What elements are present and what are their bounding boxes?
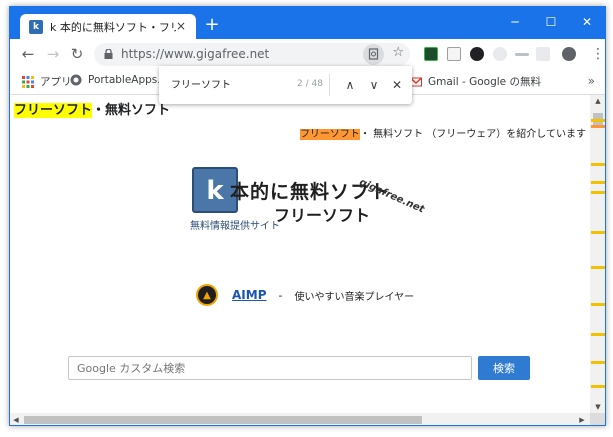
back-button[interactable]: ← bbox=[18, 44, 38, 64]
site-tagline: フリーソフト・ 無料ソフト （フリーウェア）を紹介しています bbox=[299, 125, 586, 140]
extension-puzzle-icon[interactable] bbox=[536, 47, 550, 61]
minimize-button[interactable]: ─ bbox=[500, 11, 530, 33]
scroll-up-icon[interactable]: ▲ bbox=[590, 95, 605, 107]
find-match-active-highlight: フリーソフト bbox=[299, 129, 360, 140]
find-marker-active bbox=[591, 125, 605, 128]
find-marker bbox=[591, 385, 605, 388]
browser-toolbar: ← → ↻ https://www.gigafree.net ☆ ⋮ bbox=[10, 39, 605, 69]
bookmark-label: アプリ bbox=[40, 76, 72, 88]
tagline-rest: ・ 無料ソフト （フリーウェア）を紹介しています bbox=[359, 129, 586, 140]
find-bar: 2 / 48 ∧ ∨ ✕ bbox=[159, 66, 412, 104]
portableapps-icon bbox=[70, 74, 82, 86]
extension-clip-icon[interactable] bbox=[493, 47, 507, 61]
horizontal-scroll-thumb[interactable] bbox=[24, 416, 422, 424]
find-match-highlight: フリーソフト bbox=[14, 103, 93, 118]
search-input[interactable] bbox=[68, 356, 472, 380]
featured-separator: - bbox=[278, 288, 283, 302]
find-marker bbox=[591, 333, 605, 336]
horizontal-scrollbar[interactable]: ◀ ▶ bbox=[10, 413, 590, 425]
tab-active[interactable]: k k 本的に無料ソフト・フリーソフト × bbox=[20, 14, 196, 39]
title-bar: k k 本的に無料ソフト・フリーソフト × + ─ ☐ ✕ bbox=[10, 7, 605, 39]
featured-description: 使いやすい音楽プレイヤー bbox=[294, 291, 415, 303]
account-avatar-icon[interactable] bbox=[562, 47, 576, 61]
forward-button[interactable]: → bbox=[43, 44, 63, 64]
find-marker bbox=[591, 163, 605, 166]
find-marker bbox=[591, 361, 605, 364]
scroll-right-icon[interactable]: ▶ bbox=[576, 413, 588, 425]
page-title-rest: ・無料ソフト bbox=[92, 103, 171, 118]
extension-bar-icon[interactable] bbox=[515, 53, 529, 56]
search-button[interactable]: 検索 bbox=[478, 356, 530, 380]
extension-circle-icon[interactable] bbox=[470, 47, 484, 61]
find-match-count: 2 / 48 bbox=[297, 79, 323, 89]
address-bar[interactable]: https://www.gigafree.net ☆ bbox=[94, 43, 410, 66]
tab-close-icon[interactable]: × bbox=[174, 19, 188, 33]
aimp-link[interactable]: AIMP bbox=[232, 288, 267, 302]
find-previous-button[interactable]: ∧ bbox=[341, 76, 359, 94]
find-marker bbox=[591, 119, 605, 122]
scroll-down-icon[interactable]: ▼ bbox=[590, 401, 605, 413]
find-in-page-icon[interactable] bbox=[363, 44, 384, 65]
find-next-button[interactable]: ∨ bbox=[365, 76, 383, 94]
bookmarks-overflow-icon[interactable]: » bbox=[588, 74, 595, 88]
logo-subtitle: 無料情報提供サイト bbox=[190, 221, 280, 232]
bookmark-label: Gmail - Google の無料 bbox=[428, 76, 541, 88]
site-favicon-icon: k bbox=[29, 19, 43, 34]
find-divider bbox=[329, 74, 330, 96]
scroll-left-icon[interactable]: ◀ bbox=[10, 413, 22, 425]
apps-grid-icon bbox=[22, 75, 34, 88]
featured-software: ▲ AIMP - 使いやすい音楽プレイヤー bbox=[196, 283, 414, 307]
page-content: フリーソフト・無料ソフト フリーソフト・ 無料ソフト （フリーウェア）を紹介して… bbox=[10, 95, 590, 413]
bookmark-apps[interactable]: アプリ bbox=[22, 74, 72, 89]
tab-title: k 本的に無料ソフト・フリーソフト bbox=[50, 20, 176, 34]
page-title: フリーソフト・無料ソフト bbox=[14, 99, 170, 118]
reload-button[interactable]: ↻ bbox=[67, 44, 87, 64]
find-marker bbox=[591, 181, 605, 184]
logo-line-2: フリーソフト bbox=[274, 206, 371, 225]
scrollbar-corner bbox=[590, 413, 605, 425]
extension-cpu-icon[interactable] bbox=[424, 47, 438, 61]
url-text: https://www.gigafree.net bbox=[121, 47, 270, 61]
find-marker bbox=[591, 266, 605, 269]
find-marker bbox=[591, 191, 605, 194]
bookmark-gmail[interactable]: Gmail - Google の無料 bbox=[410, 74, 541, 89]
maximize-button[interactable]: ☐ bbox=[536, 11, 566, 33]
find-marker bbox=[591, 303, 605, 306]
vertical-scrollbar[interactable]: ▲ ▼ bbox=[590, 95, 605, 413]
new-tab-button[interactable]: + bbox=[203, 16, 221, 34]
find-marker bbox=[591, 231, 605, 234]
close-window-button[interactable]: ✕ bbox=[572, 11, 602, 33]
aimp-icon[interactable]: ▲ bbox=[196, 284, 218, 306]
browser-window: k k 本的に無料ソフト・フリーソフト × + ─ ☐ ✕ ← → ↻ http… bbox=[9, 6, 606, 426]
find-close-button[interactable]: ✕ bbox=[388, 76, 406, 94]
site-logo[interactable]: k 本的に無料ソフト フリーソフト 無料情報提供サイト gigafree.net bbox=[186, 165, 436, 235]
bookmark-star-icon[interactable]: ☆ bbox=[392, 45, 404, 60]
lock-icon bbox=[104, 49, 113, 59]
browser-menu-icon[interactable]: ⋮ bbox=[591, 46, 605, 62]
extension-window-icon[interactable] bbox=[447, 47, 461, 61]
